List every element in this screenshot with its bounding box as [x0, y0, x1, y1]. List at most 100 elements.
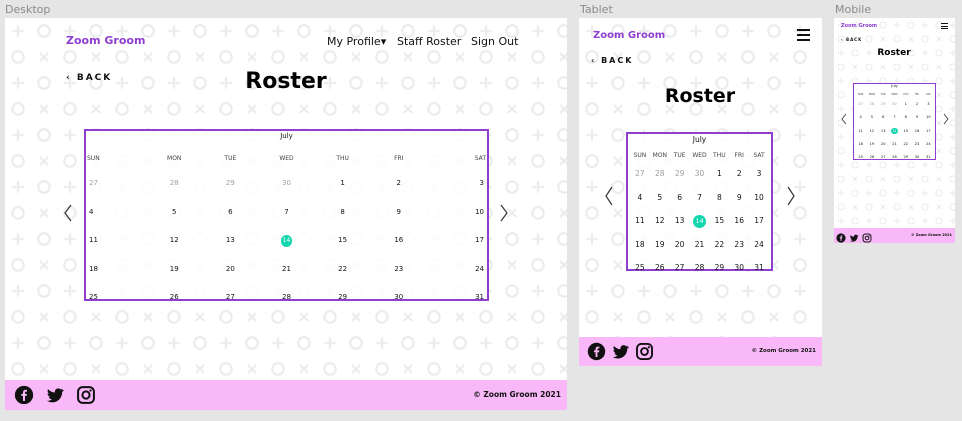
back-link[interactable]: ‹ BACK [591, 56, 633, 65]
calendar-day[interactable]: 2 [911, 102, 922, 106]
calendar-day[interactable]: 8 [315, 208, 371, 216]
twitter-icon[interactable] [611, 342, 630, 366]
calendar-day[interactable]: 4 [630, 193, 650, 202]
calendar-day[interactable]: 13 [878, 129, 889, 133]
twitter-icon[interactable] [849, 230, 859, 243]
calendar-day[interactable]: 18 [89, 265, 98, 273]
brand-logo[interactable]: Zoom Groom [841, 23, 877, 29]
calendar-day[interactable]: 26 [866, 155, 877, 159]
calendar-day[interactable]: 23 [911, 142, 922, 146]
calendar-day[interactable]: 15 [315, 236, 371, 244]
calendar-day[interactable]: 7 [690, 193, 710, 202]
calendar-day[interactable]: 25 [630, 263, 650, 272]
calendar-day[interactable]: 31 [475, 293, 484, 301]
calendar-day[interactable]: 26 [146, 293, 202, 301]
calendar-day[interactable]: 27 [878, 155, 889, 159]
facebook-icon[interactable] [836, 230, 846, 243]
calendar-day[interactable]: 11 [630, 216, 650, 225]
calendar-day[interactable]: 2 [729, 169, 749, 178]
calendar-day[interactable]: 9 [371, 208, 427, 216]
calendar-day[interactable]: 28 [146, 179, 202, 187]
nav-my-profile[interactable]: My Profile▾ [327, 35, 386, 48]
today-marker[interactable]: 14 [891, 127, 898, 134]
calendar-day[interactable]: 16 [911, 129, 922, 133]
calendar-day[interactable]: 28 [889, 155, 900, 159]
calendar-day[interactable]: 22 [900, 142, 911, 146]
calendar-day[interactable]: 14 [258, 235, 314, 247]
calendar-day[interactable]: 24 [749, 240, 769, 249]
instagram-icon[interactable] [862, 230, 872, 243]
calendar-day[interactable]: 18 [630, 240, 650, 249]
calendar-day[interactable]: 31 [923, 155, 934, 159]
instagram-icon[interactable] [76, 385, 96, 410]
calendar-day[interactable]: 27 [855, 102, 866, 106]
calendar-day[interactable]: 11 [855, 129, 866, 133]
calendar-day[interactable]: 24 [475, 265, 484, 273]
calendar-day[interactable]: 29 [202, 179, 258, 187]
calendar-day[interactable]: 26 [650, 263, 670, 272]
calendar-day[interactable]: 10 [475, 208, 484, 216]
calendar-day[interactable]: 30 [911, 155, 922, 159]
back-link[interactable]: ‹ BACK [66, 73, 112, 83]
calendar-day[interactable]: 11 [89, 236, 98, 244]
calendar-day[interactable]: 3 [923, 102, 934, 106]
calendar-day[interactable]: 10 [749, 193, 769, 202]
prev-month-icon[interactable] [841, 113, 847, 125]
calendar-day[interactable]: 17 [475, 236, 484, 244]
calendar-day[interactable]: 29 [670, 169, 690, 178]
brand-logo[interactable]: Zoom Groom [593, 30, 665, 41]
calendar-day[interactable]: 29 [900, 155, 911, 159]
calendar-day[interactable]: 16 [371, 236, 427, 244]
calendar-day[interactable]: 15 [709, 216, 729, 225]
calendar-day[interactable]: 6 [202, 208, 258, 216]
calendar-day[interactable]: 6 [878, 115, 889, 119]
calendar-day[interactable]: 29 [709, 263, 729, 272]
calendar-day[interactable]: 22 [315, 265, 371, 273]
menu-icon[interactable] [941, 23, 948, 29]
calendar-day[interactable]: 25 [89, 293, 98, 301]
calendar-day[interactable]: 2 [371, 179, 427, 187]
prev-month-icon[interactable] [63, 204, 73, 222]
calendar-day[interactable]: 5 [866, 115, 877, 119]
calendar-day[interactable]: 20 [670, 240, 690, 249]
calendar-day[interactable]: 19 [146, 265, 202, 273]
next-month-icon[interactable] [786, 186, 796, 206]
calendar-day[interactable]: 27 [202, 293, 258, 301]
menu-icon[interactable] [797, 29, 810, 41]
calendar-day[interactable]: 20 [878, 142, 889, 146]
today-marker[interactable]: 14 [280, 235, 293, 247]
calendar-day[interactable]: 21 [258, 265, 314, 273]
calendar-day[interactable]: 12 [146, 236, 202, 244]
calendar-day[interactable]: 30 [690, 169, 710, 178]
calendar-day[interactable]: 30 [371, 293, 427, 301]
next-month-icon[interactable] [943, 113, 949, 125]
calendar-day[interactable]: 9 [911, 115, 922, 119]
calendar-day[interactable]: 12 [866, 129, 877, 133]
calendar-day[interactable]: 9 [729, 193, 749, 202]
calendar-day[interactable]: 18 [855, 142, 866, 146]
calendar-day[interactable]: 21 [690, 240, 710, 249]
calendar-day[interactable]: 7 [258, 208, 314, 216]
calendar-day[interactable]: 21 [889, 142, 900, 146]
brand-logo[interactable]: Zoom Groom [66, 34, 145, 47]
calendar-day[interactable]: 27 [670, 263, 690, 272]
nav-staff-roster[interactable]: Staff Roster [397, 35, 461, 48]
calendar-day[interactable]: 5 [146, 208, 202, 216]
calendar-day[interactable]: 1 [315, 179, 371, 187]
calendar-day[interactable]: 24 [923, 142, 934, 146]
calendar-day[interactable]: 3 [480, 179, 484, 187]
calendar-day[interactable]: 31 [749, 263, 769, 272]
calendar-day[interactable]: 12 [650, 216, 670, 225]
calendar-day[interactable]: 7 [889, 115, 900, 119]
instagram-icon[interactable] [635, 342, 654, 366]
calendar-day[interactable]: 19 [650, 240, 670, 249]
calendar-day[interactable]: 14 [889, 127, 900, 134]
prev-month-icon[interactable] [604, 186, 614, 206]
calendar-day[interactable]: 8 [709, 193, 729, 202]
calendar-day[interactable]: 28 [258, 293, 314, 301]
twitter-icon[interactable] [45, 385, 65, 410]
calendar-day[interactable]: 20 [202, 265, 258, 273]
calendar-day[interactable]: 4 [89, 208, 93, 216]
calendar-day[interactable]: 14 [690, 215, 710, 228]
today-marker[interactable]: 14 [693, 215, 706, 228]
